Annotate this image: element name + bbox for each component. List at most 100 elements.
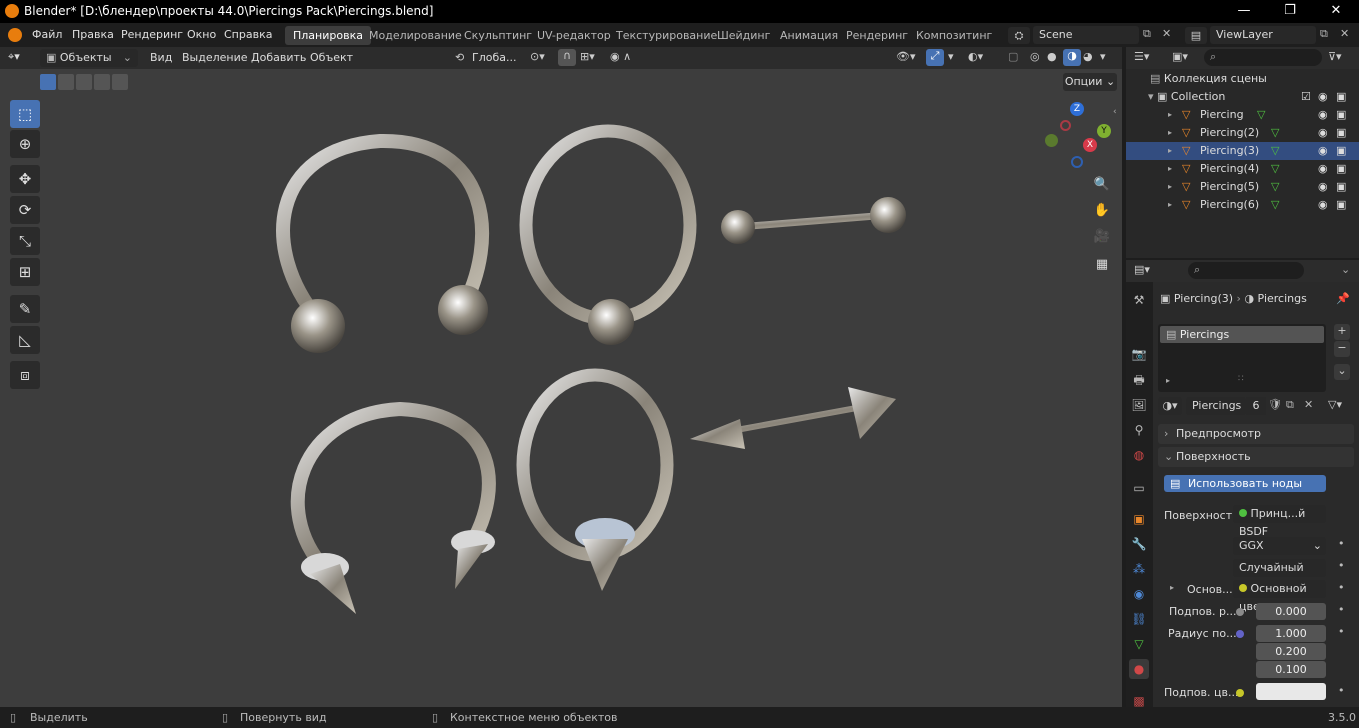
render-camera-icon[interactable]: ▣ [1336,196,1346,214]
object-tab-icon[interactable]: ▣ [1129,509,1149,529]
view-layer-tab-icon[interactable]: 🖼 [1129,395,1149,415]
collection-camera-icon[interactable]: ▣ [1336,88,1346,106]
gizmo-neg-y[interactable] [1045,134,1058,147]
shading-rendered-icon[interactable]: ◕ [1083,50,1093,63]
snap-target-icon[interactable]: ⊞▾ [580,50,595,63]
scene-icon[interactable]: ⛭ [1008,27,1030,44]
camera-icon[interactable]: 🎥 [1091,226,1113,248]
piercing-captive-ring[interactable] [519,124,697,345]
object-expand-icon[interactable]: ▸ [1168,160,1172,178]
menu-add[interactable]: Добавить [251,51,306,64]
visibility-eye-icon[interactable]: ◉ [1318,160,1328,178]
shading-wireframe-icon[interactable]: ◎ [1030,50,1040,63]
subsurface-method-dropdown[interactable]: Случайный об...⌄ [1233,559,1326,592]
new-view-layer-icon[interactable]: ⧉ [1320,27,1328,41]
collection-eye-icon[interactable]: ◉ [1318,88,1328,106]
sidebar-toggle-icon[interactable]: ‹ [1113,107,1117,117]
menu-file[interactable]: Файл [32,28,62,41]
distribution-keyframe-icon[interactable]: • [1338,537,1345,550]
outliner-object-row[interactable]: ▸ ▽ Piercing(2) ▽ ◉ ▣ [1126,124,1359,142]
pin-icon[interactable]: 📌 [1336,292,1350,305]
remove-slot-button[interactable]: − [1334,341,1350,357]
outliner-object-row[interactable]: ▸ ▽ Piercing ▽ ◉ ▣ [1126,106,1359,124]
data-tab-icon[interactable]: ▽ [1129,634,1149,654]
visibility-eye-icon[interactable]: ◉ [1318,142,1328,160]
transform-orientation-dropdown[interactable]: Глоба... [472,51,516,64]
preview-panel-header[interactable]: › Предпросмотр [1158,424,1354,444]
ortho-grid-icon[interactable]: ▦ [1091,254,1113,276]
subsurface-color-keyframe-icon[interactable]: • [1338,684,1345,697]
outliner-scene-collection[interactable]: ▤ Коллекция сцены [1126,70,1359,88]
properties-options-icon[interactable]: ⌄ [1341,263,1350,276]
menu-render[interactable]: Рендеринг [121,28,183,41]
gizmo-x-axis[interactable]: X [1083,138,1097,152]
browse-material-icon[interactable]: ◑▾ [1158,397,1182,415]
use-nodes-button[interactable]: ▤ Использовать ноды [1164,475,1326,492]
subsurface-color-swatch[interactable] [1256,683,1326,700]
properties-search-input[interactable]: ⌕ [1188,262,1304,279]
slot-menu-button[interactable]: ⌄ [1334,364,1350,380]
scene-tab-icon[interactable]: ⚲ [1129,420,1149,440]
outliner-object-row[interactable]: ▸ ▽ Piercing(5) ▽ ◉ ▣ [1126,178,1359,196]
close-button[interactable]: ✕ [1313,0,1359,23]
proportional-edit-icon[interactable]: ◉ ∧ [610,50,631,63]
surface-shader-field[interactable]: Принц...й BSDF [1233,505,1326,538]
outliner-object-row[interactable]: ▸ ▽ Piercing(6) ▽ ◉ ▣ [1126,196,1359,214]
outliner-collection[interactable]: ▾ ▣ Collection ☑ ◉ ▣ [1126,88,1359,106]
view-layer-icon[interactable]: ▤ [1185,27,1207,44]
visibility-eye-icon[interactable]: ◉ [1318,124,1328,142]
zoom-icon[interactable]: 🔍 [1091,174,1113,196]
node-link-icon[interactable]: ▽▾ [1328,398,1342,411]
tab-uv-editing[interactable]: UV-редактор [529,26,619,45]
mesh-data-icon[interactable]: ▽ [1257,106,1265,124]
piercing-spike-barbell[interactable] [690,387,896,449]
piercing-spike-ring[interactable] [516,368,674,591]
menu-window[interactable]: Окно [187,28,216,41]
gizmo-dropdown-icon[interactable]: ▾ [948,50,954,63]
render-tab-icon[interactable]: 📷 [1129,344,1149,364]
physics-tab-icon[interactable]: ◉ [1129,584,1149,604]
scene-name-field[interactable]: Scene [1033,26,1139,44]
xray-icon[interactable]: ▢ [1008,50,1018,63]
snap-icon[interactable]: ∩ [558,49,576,66]
outliner-object-row[interactable]: ▸ ▽ Piercing(3) ▽ ◉ ▣ [1126,142,1359,160]
mesh-data-icon[interactable]: ▽ [1271,142,1279,160]
display-mode-icon[interactable]: ▣▾ [1172,50,1188,63]
menu-help[interactable]: Справка [224,28,272,41]
material-users-count[interactable]: 6 [1246,397,1266,415]
visibility-eye-icon[interactable]: ◉ [1318,178,1328,196]
tab-modeling[interactable]: Моделирование [361,26,470,45]
radius-z-field[interactable]: 0.100 [1256,661,1326,678]
material-slot-item[interactable]: ▤ Piercings [1160,326,1324,343]
radius-x-field[interactable]: 1.000 [1256,625,1326,642]
piercing-spike-horseshoe[interactable] [290,401,496,614]
properties-editor-icon[interactable]: ▤▾ [1134,263,1150,276]
piercing-barbell[interactable] [721,197,906,244]
collection-expand-icon[interactable]: ▾ [1148,90,1157,103]
subsurface-value-field[interactable]: 0.000 [1256,603,1326,620]
subsurface-method-keyframe-icon[interactable]: • [1338,559,1345,572]
mesh-data-icon[interactable]: ▽ [1271,124,1279,142]
menu-select[interactable]: Выделение [182,51,248,64]
3d-viewport[interactable]: ⌖▾ ▣ Объекты ⌄ Вид Выделение Добавить Объ… [0,47,1122,707]
gizmo-z-axis[interactable]: Z [1070,102,1084,116]
object-expand-icon[interactable]: ▸ [1168,196,1172,214]
editor-type-icon[interactable]: ⌖▾ [8,50,20,64]
outliner-search-input[interactable]: ⌕ [1204,49,1322,66]
menu-view[interactable]: Вид [150,51,172,64]
render-camera-icon[interactable]: ▣ [1336,124,1346,142]
object-expand-icon[interactable]: ▸ [1168,124,1172,142]
radius-keyframe-icon[interactable]: • [1338,625,1345,638]
delete-scene-icon[interactable]: ✕ [1162,27,1171,40]
shading-dropdown-icon[interactable]: ▾ [1100,50,1106,63]
object-expand-icon[interactable]: ▸ [1168,106,1172,124]
mesh-data-icon[interactable]: ▽ [1271,196,1279,214]
object-expand-icon[interactable]: ▸ [1168,142,1172,160]
mesh-data-icon[interactable]: ▽ [1271,160,1279,178]
distribution-dropdown[interactable]: GGX ⌄ [1233,537,1326,555]
tab-compositing[interactable]: Композитинг [908,26,1000,45]
delete-view-layer-icon[interactable]: ✕ [1340,27,1349,40]
constraints-tab-icon[interactable]: ⛓ [1129,609,1149,629]
gizmo-neg-z[interactable] [1071,156,1083,168]
menu-edit[interactable]: Правка [72,28,114,41]
